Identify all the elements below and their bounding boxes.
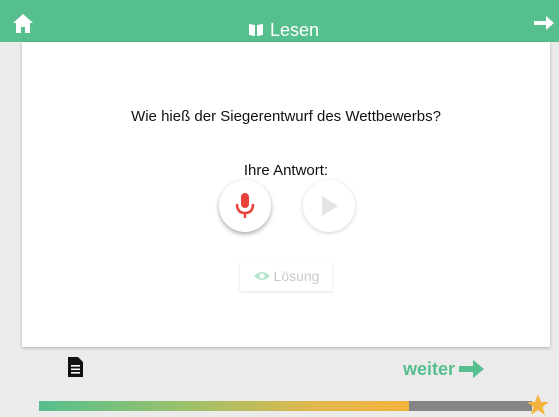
arrow-right-icon[interactable] xyxy=(533,14,555,32)
question-text: Wie hieß der Siegerentwurf des Wettbewer… xyxy=(131,108,441,125)
star-icon xyxy=(527,394,549,415)
microphone-icon xyxy=(235,193,255,218)
record-button[interactable] xyxy=(219,180,271,232)
top-bar: Lesen xyxy=(0,0,559,42)
play-icon xyxy=(322,196,338,216)
eye-icon xyxy=(253,272,270,280)
answer-label: Ihre Antwort: xyxy=(243,162,329,179)
solution-label: Lösung xyxy=(273,268,320,284)
solution-button[interactable]: Lösung xyxy=(240,261,332,291)
next-button-label: weiter xyxy=(403,358,456,379)
progress-fill xyxy=(39,401,409,411)
arrow-right-icon xyxy=(459,360,485,378)
document-icon[interactable] xyxy=(68,357,83,377)
question-card: Wie hieß der Siegerentwurf des Wettbewer… xyxy=(22,42,550,347)
page-title-label: Lesen xyxy=(269,20,320,40)
page-title: Lesen xyxy=(0,19,559,41)
play-button[interactable] xyxy=(303,180,355,232)
progress-bar xyxy=(39,401,532,411)
next-button[interactable]: weiter xyxy=(403,358,485,380)
book-open-icon xyxy=(248,24,263,36)
